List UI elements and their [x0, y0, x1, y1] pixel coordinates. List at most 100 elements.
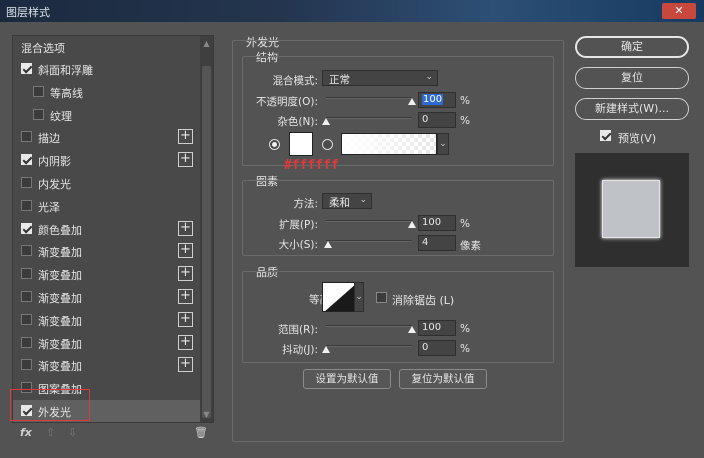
style-item-checkbox[interactable] — [21, 336, 32, 348]
style-item[interactable]: 描边 + — [13, 126, 201, 148]
range-slider[interactable] — [326, 323, 416, 333]
style-item-label: 渐变叠加 — [38, 292, 82, 305]
style-item-label: 渐变叠加 — [38, 269, 82, 283]
range-unit: % — [460, 323, 470, 335]
contour-preview[interactable] — [322, 282, 356, 312]
add-style-icon[interactable]: + — [178, 129, 193, 145]
style-item-checkbox[interactable] — [21, 268, 32, 280]
chevron-down-icon: ⌄ — [425, 72, 433, 82]
scroll-down-icon[interactable]: ▼ — [202, 410, 211, 419]
size-slider[interactable] — [323, 238, 412, 248]
style-item[interactable]: 渐变叠加 + — [13, 309, 201, 331]
add-style-icon[interactable]: + — [178, 334, 193, 350]
glow-gradient-swatch[interactable] — [341, 133, 437, 155]
style-item[interactable]: 纹理 — [13, 104, 201, 126]
add-style-icon[interactable]: + — [178, 266, 193, 282]
solid-color-radio[interactable] — [269, 139, 280, 150]
add-style-icon[interactable]: + — [178, 289, 193, 304]
add-style-icon[interactable]: + — [178, 243, 193, 259]
spread-knob[interactable] — [408, 221, 416, 228]
blending-options-item[interactable]: 混合选项 — [13, 36, 201, 58]
noise-slider[interactable] — [322, 115, 412, 125]
opacity-slider[interactable] — [326, 95, 416, 105]
style-item[interactable]: 等高线 — [13, 81, 201, 103]
style-preview — [575, 153, 689, 267]
styles-list-scrollbar[interactable]: ▲ ▼ — [200, 36, 213, 422]
style-item-checkbox[interactable] — [21, 63, 32, 74]
range-input[interactable]: 100 — [418, 320, 456, 336]
move-up-icon[interactable]: ⇧ — [46, 426, 55, 439]
trash-icon[interactable]: 🗑 — [194, 426, 208, 439]
style-item-checkbox[interactable] — [33, 85, 44, 97]
jitter-input[interactable]: 0 — [418, 340, 456, 356]
add-style-icon[interactable]: + — [178, 220, 193, 236]
selected-item-highlight — [10, 389, 90, 421]
add-style-icon[interactable]: + — [178, 152, 193, 168]
move-down-icon[interactable]: ⇩ — [68, 426, 77, 439]
style-item-checkbox[interactable] — [21, 131, 32, 143]
style-item[interactable]: 斜面和浮雕 — [13, 58, 201, 80]
contour-dropdown-chevron-icon[interactable]: ⌄ — [354, 282, 364, 312]
opacity-knob[interactable] — [408, 98, 416, 105]
spread-input[interactable]: 100 — [418, 215, 456, 231]
preview-checkbox[interactable] — [600, 130, 611, 141]
chevron-down-icon: ⌄ — [359, 195, 367, 205]
style-item-label: 纹理 — [50, 109, 72, 123]
style-item-label: 渐变叠加 — [38, 337, 82, 351]
window-title: 图层样式 — [6, 6, 50, 19]
add-style-icon[interactable]: + — [178, 311, 193, 327]
style-item-checkbox[interactable] — [21, 291, 32, 302]
style-item[interactable]: 颜色叠加 + — [13, 218, 201, 240]
style-item-label: 颜色叠加 — [38, 223, 82, 237]
preview-swatch — [602, 180, 660, 238]
gradient-dropdown-chevron-icon[interactable]: ⌄ — [437, 133, 449, 155]
blend-mode-select[interactable]: 正常 ⌄ — [322, 70, 438, 86]
new-style-button[interactable]: 新建样式(W)... — [575, 98, 689, 120]
reset-default-button[interactable]: 复位为默认值 — [399, 369, 487, 389]
noise-input[interactable]: 0 — [418, 112, 456, 128]
style-item-label: 渐变叠加 — [38, 314, 82, 328]
blend-mode-value: 正常 — [329, 74, 350, 86]
add-style-icon[interactable]: + — [178, 357, 193, 373]
reset-button[interactable]: 复位 — [575, 67, 689, 89]
antialias-checkbox[interactable] — [376, 292, 387, 303]
method-select[interactable]: 柔和 ⌄ — [322, 193, 372, 209]
noise-unit: % — [460, 115, 470, 127]
size-knob[interactable] — [323, 241, 332, 248]
spread-slider[interactable] — [326, 218, 416, 228]
style-item[interactable]: 光泽 — [13, 195, 201, 217]
gradient-radio[interactable] — [322, 139, 333, 150]
scroll-up-icon[interactable]: ▲ — [202, 39, 211, 48]
jitter-slider[interactable] — [322, 343, 412, 353]
opacity-input[interactable]: 100 — [418, 92, 456, 108]
style-item-checkbox[interactable] — [21, 222, 32, 234]
style-item[interactable]: 渐变叠加 + — [13, 332, 201, 354]
preview-label: 预览(V) — [618, 132, 657, 145]
range-knob[interactable] — [408, 326, 416, 333]
style-item-checkbox[interactable] — [21, 313, 32, 325]
style-item[interactable]: 渐变叠加 + — [13, 240, 201, 262]
set-default-button[interactable]: 设置为默认值 — [303, 369, 391, 389]
glow-color-swatch[interactable] — [289, 132, 313, 156]
scroll-thumb[interactable] — [202, 66, 211, 418]
method-value: 柔和 — [329, 197, 350, 209]
style-item-label: 等高线 — [50, 86, 83, 100]
fx-icon[interactable]: fx — [20, 426, 32, 439]
style-item-checkbox[interactable] — [21, 177, 32, 188]
ok-button[interactable]: 确定 — [575, 36, 689, 58]
style-item-checkbox[interactable] — [33, 108, 44, 120]
noise-knob[interactable] — [322, 118, 330, 125]
jitter-knob[interactable] — [322, 346, 330, 353]
style-item-checkbox[interactable] — [21, 245, 32, 257]
close-button[interactable]: ✕ — [662, 3, 696, 19]
style-item[interactable]: 渐变叠加 + — [13, 286, 201, 308]
size-input[interactable]: 4 — [418, 235, 456, 251]
style-item-checkbox[interactable] — [21, 154, 32, 166]
noise-label: 杂色(N): — [277, 116, 318, 128]
style-item-checkbox[interactable] — [21, 359, 32, 371]
style-item[interactable]: 内阴影 + — [13, 149, 201, 171]
style-item[interactable]: 内发光 — [13, 172, 201, 194]
style-item[interactable]: 渐变叠加 + — [13, 263, 201, 285]
style-item-checkbox[interactable] — [21, 199, 32, 211]
style-item[interactable]: 渐变叠加 + — [13, 354, 201, 376]
